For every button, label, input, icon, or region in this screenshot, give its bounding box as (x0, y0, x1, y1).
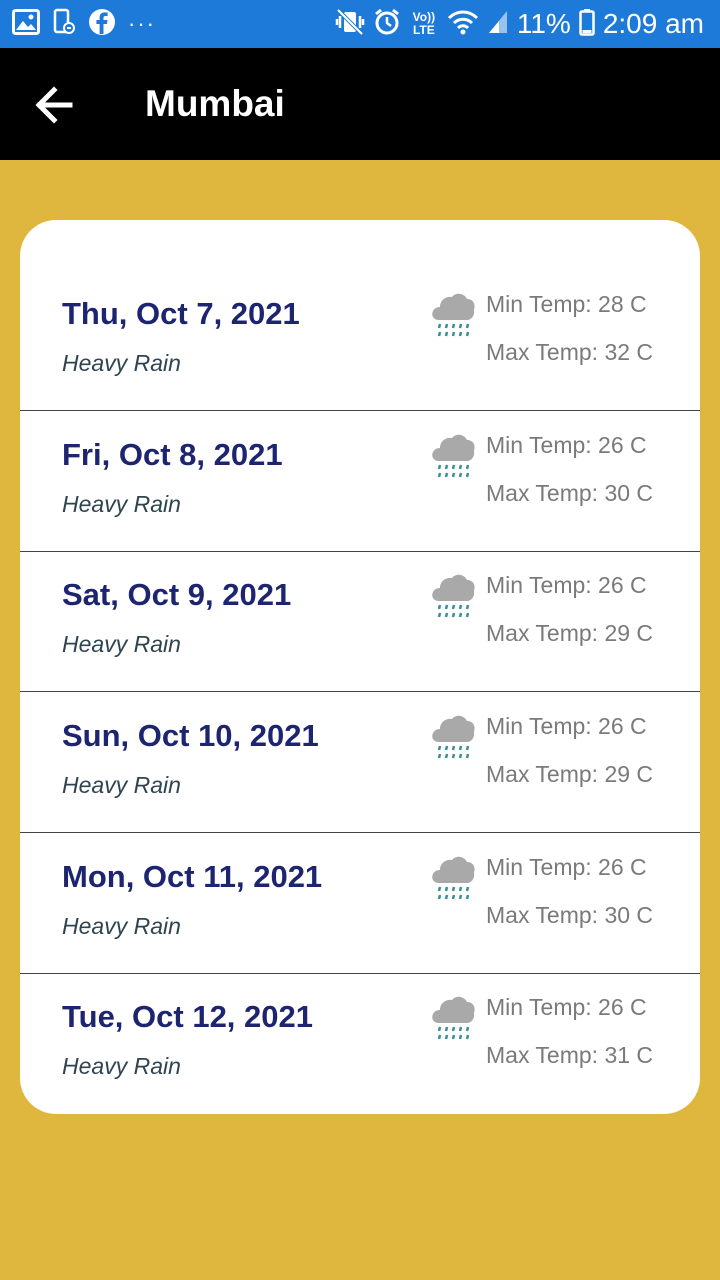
forecast-row: Sat, Oct 9, 2021 Heavy Rain Min Temp: 26 C… (20, 551, 700, 692)
max-temp: Max Temp: 29 C (486, 761, 654, 787)
max-temp: Max Temp: 29 C (486, 620, 654, 646)
forecast-row: Fri, Oct 8, 2021 Heavy Rain Min Temp: 26 C… (20, 411, 700, 552)
battery-icon (579, 8, 595, 41)
forecast-condition: Heavy Rain (62, 350, 181, 376)
forecast-condition: Heavy Rain (62, 491, 181, 517)
forecast-date: Fri, Oct 8, 2021 (62, 437, 283, 472)
forecast-condition: Heavy Rain (62, 913, 181, 939)
min-temp: Min Temp: 26 C (486, 713, 647, 739)
min-temp: Min Temp: 26 C (486, 854, 647, 880)
vibrate-mute-icon (335, 8, 365, 41)
sync-phone-icon (52, 8, 76, 41)
forecast-row: Sun, Oct 10, 2021 Heavy Rain Min Temp: 26 … (20, 692, 700, 833)
back-button[interactable] (28, 78, 82, 132)
forecast-date: Tue, Oct 12, 2021 (62, 999, 313, 1034)
forecast-card: Thu, Oct 7, 2021 Heavy Rain Min Temp: 28 C… (20, 220, 700, 1114)
page-title: Mumbai (145, 83, 285, 124)
forecast-condition: Heavy Rain (62, 772, 181, 798)
volte-indicator: Vo)) LTE (412, 10, 436, 37)
more-notifications-indicator: ··· (128, 11, 156, 36)
rain-cloud-icon (430, 571, 476, 621)
clock: 2:09 am (602, 8, 704, 39)
alarm-icon (373, 8, 401, 41)
signal-icon (487, 9, 509, 40)
wifi-icon (447, 8, 479, 41)
forecast-date: Mon, Oct 11, 2021 (62, 859, 323, 894)
min-temp: Min Temp: 28 C (486, 291, 647, 317)
arrow-left-icon (35, 86, 73, 124)
forecast-row: Thu, Oct 7, 2021 Heavy Rain Min Temp: 28 C… (20, 270, 700, 411)
rain-cloud-icon (430, 431, 476, 481)
forecast-condition: Heavy Rain (62, 631, 181, 657)
rain-cloud-icon (430, 712, 476, 762)
forecast-row: Mon, Oct 11, 2021 Heavy Rain Min Temp: 26 … (20, 833, 700, 974)
status-bar-right: Vo)) LTE 11% 2:09 am (335, 0, 704, 48)
forecast-condition: Heavy Rain (62, 1053, 181, 1079)
battery-percentage: 11% (516, 8, 571, 39)
min-temp: Min Temp: 26 C (486, 572, 647, 598)
min-temp: Min Temp: 26 C (486, 432, 647, 458)
rain-cloud-icon (430, 853, 476, 903)
forecast-date: Sat, Oct 9, 2021 (62, 577, 292, 612)
max-temp: Max Temp: 30 C (486, 902, 654, 928)
rain-cloud-icon (430, 290, 476, 340)
max-temp: Max Temp: 31 C (486, 1042, 654, 1068)
max-temp: Max Temp: 30 C (486, 480, 654, 506)
forecast-row: Tue, Oct 12, 2021 Heavy Rain Min Temp: 26 … (20, 973, 700, 1113)
min-temp: Min Temp: 26 C (486, 994, 647, 1020)
rain-cloud-icon (430, 993, 476, 1043)
forecast-date: Thu, Oct 7, 2021 (62, 296, 300, 331)
status-bar: ··· Vo)) LTE 11% 2:09 am (0, 0, 720, 48)
gallery-icon (12, 8, 40, 40)
status-bar-left: ··· (12, 0, 156, 48)
facebook-icon (88, 8, 116, 41)
forecast-date: Sun, Oct 10, 2021 (62, 718, 319, 753)
max-temp: Max Temp: 32 C (486, 339, 654, 365)
app-bar: Mumbai (0, 48, 720, 160)
